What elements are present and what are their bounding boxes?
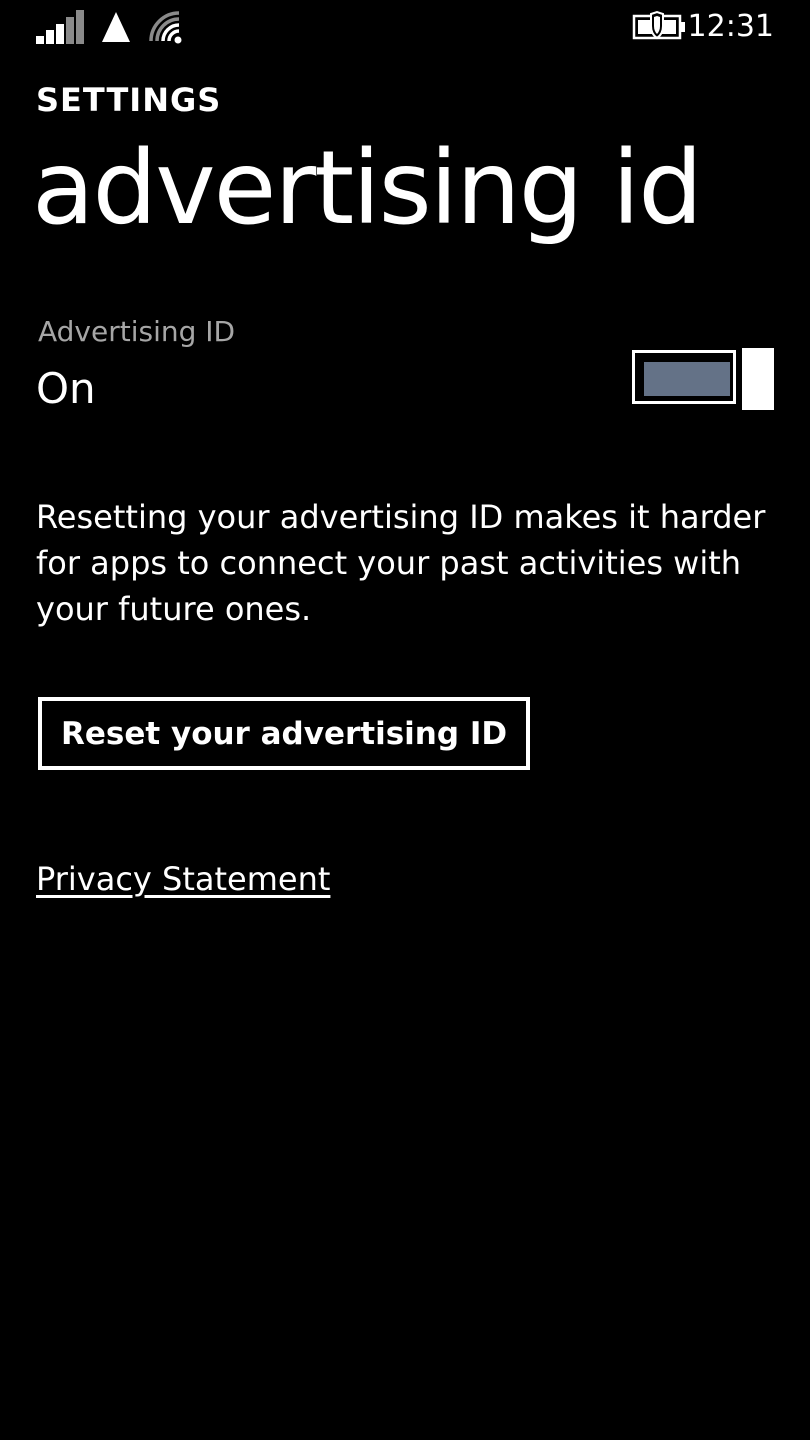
toggle-track bbox=[632, 350, 736, 404]
toggle-fill bbox=[644, 362, 730, 396]
advertising-id-toggle[interactable] bbox=[632, 348, 774, 410]
data-connection-icon bbox=[102, 12, 130, 42]
reset-description: Resetting your advertising ID makes it h… bbox=[36, 498, 766, 628]
advertising-id-state: On bbox=[36, 364, 96, 413]
page-title: advertising id bbox=[32, 129, 703, 248]
wifi-icon bbox=[149, 11, 182, 44]
battery-saver-icon bbox=[632, 10, 685, 40]
status-bar: 12:31 bbox=[0, 0, 810, 60]
reset-advertising-id-button[interactable]: Reset your advertising ID bbox=[38, 697, 531, 770]
advertising-id-label: Advertising ID bbox=[38, 315, 236, 348]
signal-strength-icon bbox=[36, 10, 84, 44]
app-title: SETTINGS bbox=[36, 81, 222, 119]
privacy-statement-link[interactable]: Privacy Statement bbox=[36, 856, 330, 902]
toggle-thumb[interactable] bbox=[742, 348, 774, 410]
status-clock: 12:31 bbox=[687, 9, 774, 44]
